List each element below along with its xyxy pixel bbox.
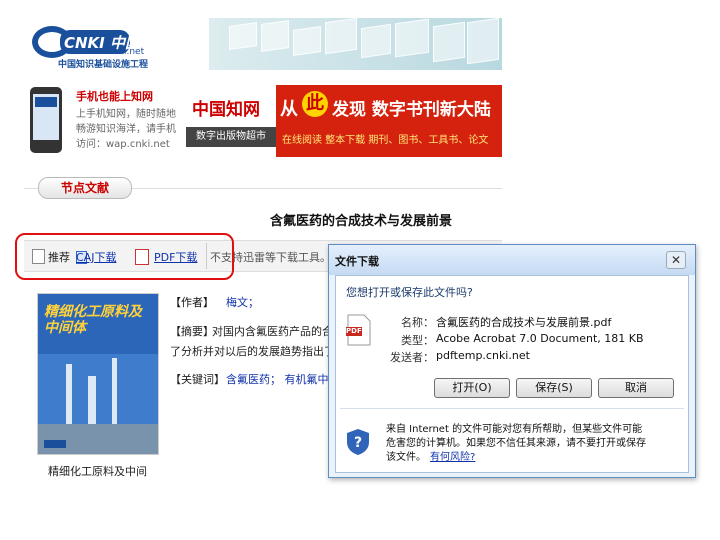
site-header: CNKI 中国知网 www.cnki.net 中国知识基础设施工程 [24, 18, 502, 70]
logo-subtitle: 中国知识基础设施工程 [58, 60, 149, 70]
journal-caption[interactable]: 精细化工原料及中间 [48, 463, 147, 479]
header-decoration [209, 18, 502, 70]
banner-headline-circle: 此 [302, 91, 328, 117]
sender-label: 发送者： [390, 351, 434, 364]
sender-value: pdftemp.cnki.net [436, 349, 530, 362]
close-icon[interactable]: ✕ [666, 251, 686, 269]
highlight-box [15, 233, 234, 280]
banner-brand-box: 中国知网 数字出版物超市 [186, 85, 276, 157]
open-button[interactable]: 打开(O) [434, 378, 510, 398]
security-shield-icon: ? [347, 429, 369, 455]
cnki-logo[interactable]: CNKI 中国知网 www.cnki.net 中国知识基础设施工程 [24, 18, 209, 70]
banner-brand: 中国知网 [192, 100, 260, 120]
name-label: 名称： [401, 316, 434, 329]
cancel-button[interactable]: 取消 [598, 378, 674, 398]
warning-line1: 来自 Internet 的文件可能对您有所帮助，但某些文件可能 [386, 424, 643, 435]
phone-icon [30, 87, 62, 153]
abstract-label: 【摘要】 [170, 325, 214, 338]
risk-link[interactable]: 有何风险? [430, 448, 475, 463]
banner-ad[interactable]: 中国知网 数字出版物超市 从 此 发现 数字书刊新大陆 在线阅读 整本下载 期刊… [186, 85, 502, 157]
abstract-line1: 对国内含氟医药产品的合 [212, 325, 333, 338]
mobile-ad[interactable]: 手机也能上知网 上手机知网，随时随地 畅游知识海洋，请手机 访问：wap.cnk… [24, 85, 186, 157]
dialog-question: 您想打开或保存此文件吗? [346, 286, 473, 299]
file-download-dialog: 文件下载 ✕ 您想打开或保存此文件吗? PDF 名称： 含氟医药的合成技术与发展… [328, 244, 696, 478]
keywords-label: 【关键词】 [170, 373, 225, 386]
cover-factory-image [38, 354, 158, 454]
tab-node-literature[interactable]: 节点文献 [38, 177, 132, 199]
banner-headline-a: 从 [280, 99, 298, 120]
name-value: 含氟医药的合成技术与发展前景.pdf [436, 316, 612, 329]
dialog-title: 文件下载 [335, 255, 379, 268]
phone-ad-title: 手机也能上知网 [76, 90, 153, 103]
type-label: 类型： [401, 334, 434, 347]
banner-subline: 在线阅读 整本下载 期刊、图书、工具书、论文 [282, 135, 489, 146]
author-value[interactable]: 梅文； [226, 294, 259, 310]
author-label: 【作者】 [170, 296, 214, 309]
banner-subbrand: 数字出版物超市 [186, 127, 276, 147]
warning-line3: 该文件。 [386, 452, 426, 463]
save-button[interactable]: 保存(S) [516, 378, 592, 398]
dialog-titlebar[interactable]: 文件下载 ✕ [329, 245, 695, 275]
banner-headline: 发现 数字书刊新大陆 [332, 100, 491, 120]
warning-line2: 危害您的计算机。如果您不信任其来源，请不要打开或保存 [386, 438, 646, 449]
phone-ad-line3: 访问：wap.cnki.net [76, 139, 170, 150]
svg-text:?: ? [354, 435, 362, 451]
logo-url: www.cnki.net [84, 47, 145, 57]
dialog-body: 您想打开或保存此文件吗? PDF 名称： 含氟医药的合成技术与发展前景.pdf … [335, 275, 689, 473]
type-value: Acobe Acrobat 7.0 Document, 181 KB [436, 332, 644, 345]
journal-cover[interactable]: 精细化工原料及中间体 [37, 293, 159, 455]
abstract-line2: 了分析并对以后的发展趋势指出了 [170, 345, 335, 358]
phone-ad-line2: 畅游知识海洋，请手机 [76, 124, 176, 135]
pdf-file-icon-text: PDF [346, 327, 362, 335]
phone-ad-line1: 上手机知网，随时随地 [76, 109, 176, 120]
cover-title: 精细化工原料及中间体 [44, 304, 142, 336]
dialog-separator [340, 408, 684, 409]
article-title: 含氟医药的合成技术与发展前景 [270, 214, 453, 229]
keywords-value[interactable]: 含氟医药； 有机氟中间 [226, 371, 340, 387]
